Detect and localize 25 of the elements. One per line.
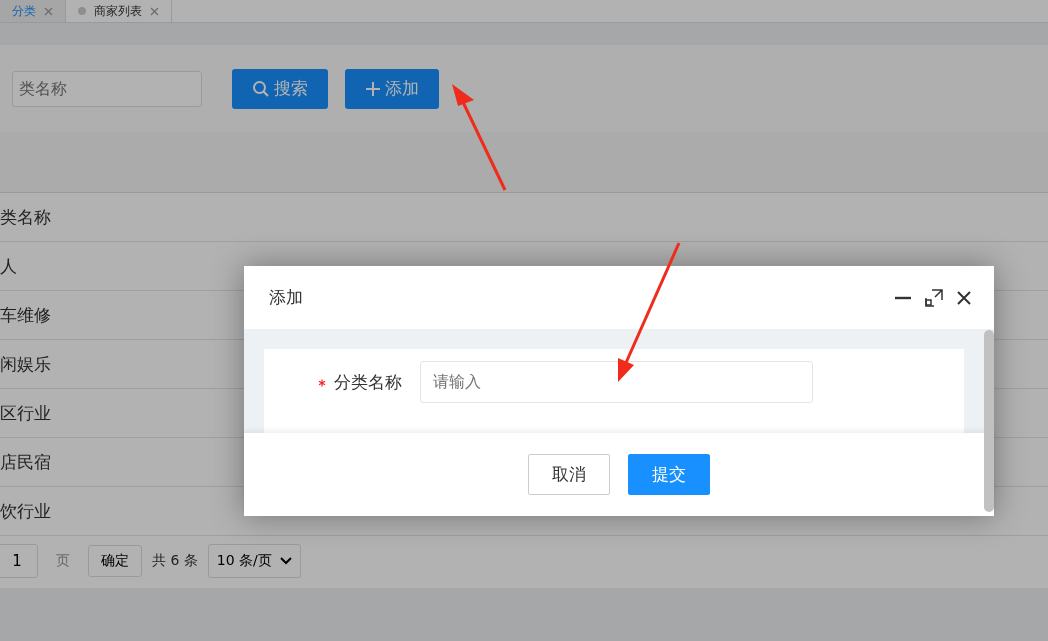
plus-icon xyxy=(365,80,381,97)
category-name-field[interactable]: 请输入 xyxy=(420,361,813,403)
page-tab[interactable]: 商家列表 xyxy=(66,0,172,22)
confirm-button[interactable]: 确定 xyxy=(88,545,142,577)
total-count: 共 6 条 xyxy=(152,552,198,570)
page-input[interactable]: 1 xyxy=(0,544,38,578)
close-icon[interactable] xyxy=(956,289,972,306)
page-label: 页 xyxy=(56,552,70,570)
maximize-icon[interactable] xyxy=(924,287,944,308)
table-cell: 店民宿 xyxy=(0,450,51,474)
cancel-button[interactable]: 取消 xyxy=(528,454,610,495)
dialog-title: 添加 xyxy=(269,286,303,309)
table-cell: 人 xyxy=(0,254,17,278)
table-cell: 饮行业 xyxy=(0,499,51,523)
table-cell: 车维修 xyxy=(0,303,51,327)
page-size-select[interactable]: 10 条/页 xyxy=(207,544,301,578)
dot-icon xyxy=(78,7,86,15)
table-cell: 区行业 xyxy=(0,401,51,425)
search-icon xyxy=(252,79,270,98)
search-field[interactable]: 类名称 xyxy=(12,70,202,107)
field-label: 分类名称 xyxy=(334,371,402,394)
column-header: 类名称 xyxy=(0,205,51,229)
chevron-icon xyxy=(279,557,292,565)
scrollbar[interactable] xyxy=(984,330,994,512)
table-cell: 闲娱乐 xyxy=(0,352,51,376)
